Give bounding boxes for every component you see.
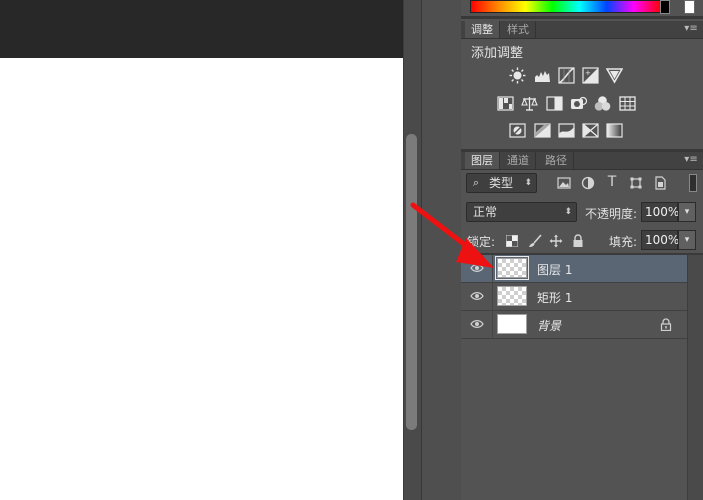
smart-object-filter-icon[interactable] (653, 176, 667, 190)
brightness-contrast-icon[interactable] (509, 67, 526, 84)
tab-styles[interactable]: 样式 (501, 21, 536, 38)
document-canvas[interactable] (0, 58, 403, 500)
photo-filter-icon[interactable] (570, 95, 587, 112)
color-spectrum-ramp[interactable] (470, 0, 662, 13)
tab-channels[interactable]: 通道 (501, 152, 536, 169)
select-arrows-icon: ⬍ (524, 178, 532, 188)
shape-layer-filter-icon[interactable] (629, 176, 643, 190)
threshold-icon[interactable] (558, 122, 575, 139)
layer-thumbnail[interactable] (495, 256, 529, 280)
visibility-eye-icon[interactable] (470, 291, 484, 301)
layers-tabbar: 图层 通道 路径 ▾≡ (461, 152, 703, 170)
levels-icon[interactable] (534, 67, 551, 84)
svg-text:+: + (585, 69, 591, 77)
panel-menu-icon[interactable]: ▾≡ (684, 154, 698, 166)
layer-row[interactable]: 背景 (461, 311, 687, 339)
pixel-layer-filter-icon[interactable] (557, 176, 571, 190)
vibrance-icon[interactable] (606, 67, 623, 84)
layers-scrollbar[interactable] (687, 255, 703, 500)
exposure-icon[interactable]: + (582, 67, 599, 84)
layer-filter-kind-select[interactable]: ⌕ 类型 ⬍ (466, 173, 537, 193)
opacity-input[interactable]: 100% (641, 202, 679, 222)
hue-saturation-icon[interactable] (497, 95, 514, 112)
visibility-eye-icon[interactable] (470, 319, 484, 329)
posterize-icon[interactable] (534, 122, 551, 139)
tab-paths[interactable]: 路径 (539, 152, 574, 169)
tab-adjustments[interactable]: 调整 (465, 21, 500, 38)
layer-row[interactable]: 矩形 1 (461, 283, 687, 311)
visibility-divider (492, 283, 493, 311)
lock-transparent-pixels-icon[interactable] (505, 234, 519, 248)
annotation-arrow-icon (410, 202, 494, 268)
layer-filter-toggle[interactable] (689, 174, 697, 192)
black-swatch[interactable] (660, 0, 670, 14)
white-swatch[interactable] (684, 0, 695, 14)
color-balance-icon[interactable] (521, 95, 538, 112)
black-white-icon[interactable] (546, 95, 563, 112)
select-arrows-icon: ⬍ (564, 207, 572, 217)
lock-all-icon[interactable] (571, 234, 585, 248)
layer-thumbnail[interactable] (497, 286, 527, 306)
invert-icon[interactable] (509, 122, 526, 139)
lock-icon[interactable] (660, 318, 672, 331)
layer-filter-kind-value: 类型 (489, 176, 514, 190)
layer-name[interactable]: 矩形 1 (537, 289, 572, 306)
fill-label: 填充: (609, 235, 638, 249)
lock-image-pixels-icon[interactable] (528, 234, 542, 248)
vertical-scrollbar-thumb[interactable] (406, 134, 417, 430)
panel-separator (461, 16, 703, 19)
lock-position-icon[interactable] (549, 234, 563, 248)
fill-input[interactable]: 100% (641, 230, 679, 250)
layer-name[interactable]: 图层 1 (537, 261, 572, 278)
panel-menu-icon[interactable]: ▾≡ (684, 23, 698, 35)
adjustments-tabbar: 调整 样式 ▾≡ (461, 21, 703, 39)
visibility-divider (492, 311, 493, 339)
layer-thumbnail[interactable] (497, 314, 527, 334)
adjustments-title: 添加调整 (471, 46, 524, 61)
fill-dropdown-button[interactable]: ▾ (678, 230, 696, 250)
layer-name[interactable]: 背景 (537, 317, 561, 334)
adjustment-layer-filter-icon[interactable] (581, 176, 595, 190)
selective-color-icon[interactable] (582, 122, 599, 139)
gradient-map-icon[interactable] (606, 122, 623, 139)
curves-icon[interactable] (558, 67, 575, 84)
search-icon: ⌕ (473, 176, 480, 189)
type-layer-filter-icon[interactable]: T (605, 175, 619, 189)
opacity-dropdown-button[interactable]: ▾ (678, 202, 696, 222)
tab-layers[interactable]: 图层 (465, 152, 500, 169)
channel-mixer-icon[interactable] (594, 95, 611, 112)
opacity-label: 不透明度: (585, 207, 638, 221)
color-lookup-icon[interactable] (619, 95, 636, 112)
document-title-area (0, 0, 403, 58)
